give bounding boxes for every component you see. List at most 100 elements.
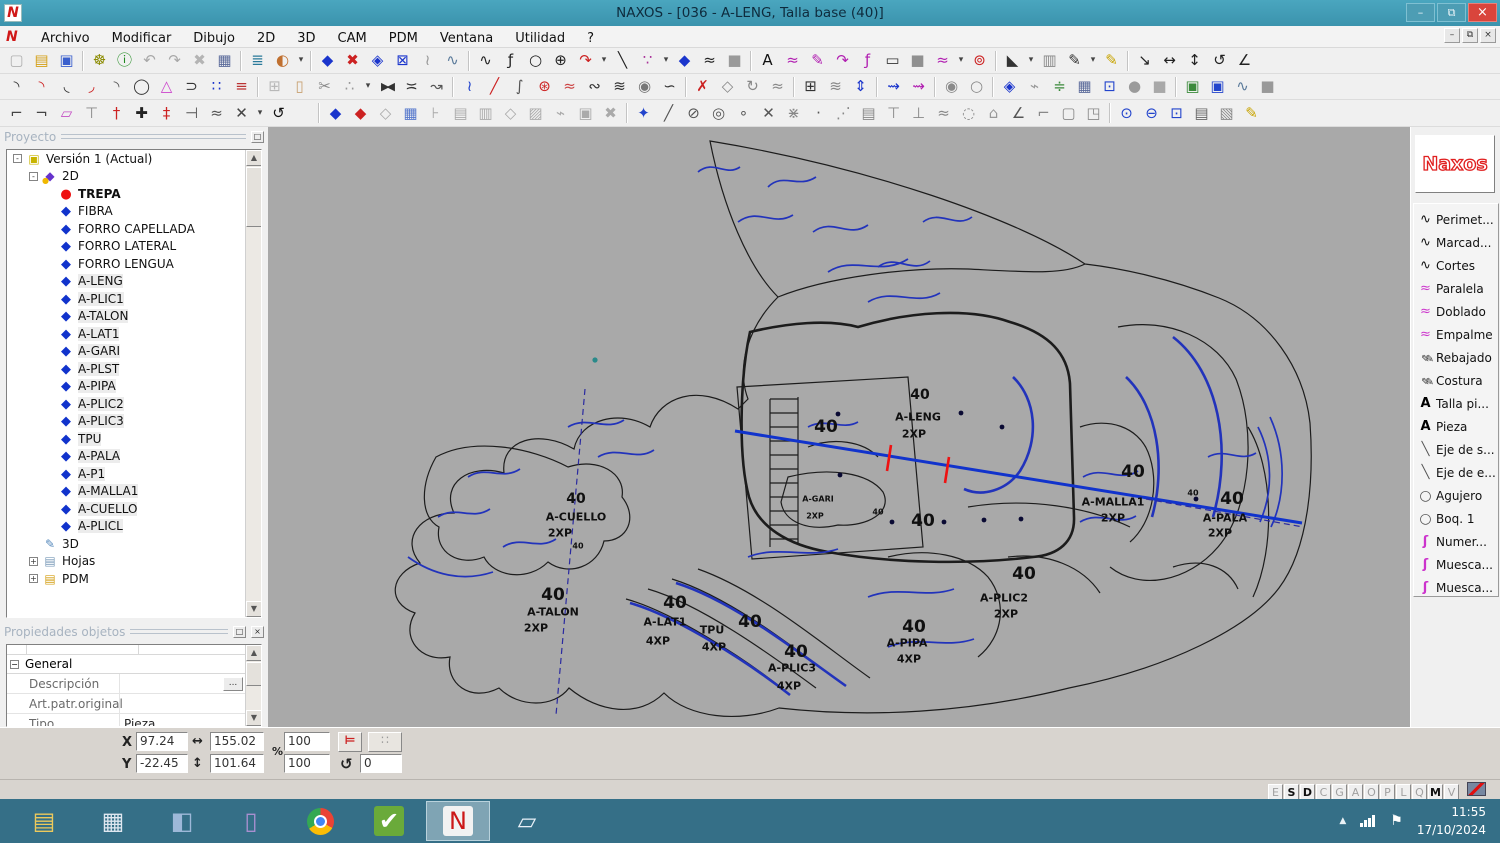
menu-item[interactable]: 3D <box>286 29 326 48</box>
toolbar-icon[interactable]: ⊡ <box>1164 102 1189 125</box>
toolbar-icon[interactable]: ▤ <box>448 102 473 125</box>
tree-item[interactable]: A-MALLA1 <box>7 483 261 501</box>
toolbar-icon[interactable]: ◇ <box>715 75 740 98</box>
layer-tool-item[interactable]: Doblado <box>1414 300 1498 323</box>
toolbar-icon[interactable]: ▣ <box>1205 75 1230 98</box>
tree-item[interactable]: TREPA <box>7 185 261 203</box>
toolbar-icon[interactable] <box>931 75 939 98</box>
x-coordinate-field[interactable]: 97.24 <box>136 732 188 751</box>
toolbar-icon[interactable]: ▭ <box>880 49 905 72</box>
toolbar-icon[interactable]: ↺ <box>266 102 291 125</box>
toolbar-icon[interactable]: ▢ <box>1056 102 1081 125</box>
taskbar-app[interactable]: ▤ <box>12 801 76 841</box>
toolbar-icon[interactable]: ▣ <box>54 49 79 72</box>
toolbar-icon[interactable]: ▢ <box>4 49 29 72</box>
toolbar-icon[interactable]: ▤ <box>29 49 54 72</box>
toolbar-icon[interactable] <box>307 49 315 72</box>
toolbar-icon[interactable]: ⌐ <box>1031 102 1056 125</box>
property-value[interactable]: Pieza <box>119 714 223 726</box>
tree-item[interactable]: FORRO LATERAL <box>7 238 261 256</box>
toolbar-icon[interactable] <box>989 75 997 98</box>
toolbar-icon[interactable]: ∘ <box>731 102 756 125</box>
toolbar-icon[interactable] <box>465 49 473 72</box>
toolbar-icon[interactable]: ⊡ <box>1097 75 1122 98</box>
toolbar-icon[interactable]: ∿ <box>1230 75 1255 98</box>
layer-tool-item[interactable]: Costura <box>1414 369 1498 392</box>
taskbar-app[interactable]: ▱ <box>495 801 559 841</box>
tray-expand-icon[interactable]: ▲ <box>1339 816 1346 826</box>
layer-tool-item[interactable]: Talla pi... <box>1414 392 1498 415</box>
toolbar-icon[interactable]: ∷ <box>204 75 229 98</box>
toolbar-icon[interactable]: ○ <box>523 49 548 72</box>
clock[interactable]: 11:55 17/10/2024 <box>1417 803 1486 839</box>
toolbar-icon[interactable]: ● <box>1122 75 1147 98</box>
toolbar-icon[interactable]: ⇝ <box>881 75 906 98</box>
toolbar-icon[interactable]: ◉ <box>632 75 657 98</box>
toolbar-icon[interactable]: ◈ <box>365 49 390 72</box>
toolbar-icon[interactable]: ⊤ <box>79 102 104 125</box>
layer-tool-item[interactable]: Muesca... <box>1414 553 1498 576</box>
toolbar-icon[interactable]: ▤ <box>856 102 881 125</box>
toolbar-icon[interactable]: ⊛ <box>532 75 557 98</box>
layer-tool-item[interactable]: Perimet... <box>1414 208 1498 231</box>
toolbar-icon[interactable]: ↕ <box>1182 49 1207 72</box>
toolbar-icon[interactable]: ▾ <box>660 49 672 72</box>
ellipsis-button[interactable]: ... <box>223 676 243 691</box>
toolbar-icon[interactable]: ╲ <box>610 49 635 72</box>
toolbar-icon[interactable]: ◣ <box>1000 49 1025 72</box>
mode-indicator[interactable]: V <box>1444 784 1459 800</box>
toolbar-icon[interactable]: ▥ <box>1037 49 1062 72</box>
toolbar-icon[interactable]: ✖ <box>598 102 623 125</box>
tree-item[interactable]: A-PLIC2 <box>7 395 261 413</box>
toolbar-icon[interactable]: ◳ <box>1081 102 1106 125</box>
mode-indicator[interactable]: A <box>1348 784 1363 800</box>
restore-button[interactable]: ⧉ <box>1437 3 1466 22</box>
height-field[interactable]: 101.64 <box>210 754 264 773</box>
toolbar-icon[interactable]: ▾ <box>955 49 967 72</box>
toolbar-icon[interactable] <box>790 75 798 98</box>
toolbar-icon[interactable]: ◌ <box>956 102 981 125</box>
tree-item[interactable]: A-PLIC1 <box>7 290 261 308</box>
layer-tool-item[interactable]: Eje de s... <box>1414 438 1498 461</box>
minimize-button[interactable]: – <box>1406 3 1435 22</box>
toolbar-icon[interactable]: ▾ <box>1087 49 1099 72</box>
toolbar-icon[interactable] <box>1172 75 1180 98</box>
tree-item[interactable]: A-LENG <box>7 273 261 291</box>
toolbar-icon[interactable]: ╱ <box>482 75 507 98</box>
toolbar-icon[interactable]: ■ <box>722 49 747 72</box>
toolbar-icon[interactable] <box>992 49 1000 72</box>
toolbar-icon[interactable]: ≈ <box>930 49 955 72</box>
taskbar-app[interactable]: N <box>426 801 490 841</box>
toolbar-icon[interactable]: ≡ <box>229 75 254 98</box>
tree-item[interactable]: A-PALA <box>7 448 261 466</box>
toolbar-icon[interactable] <box>315 102 323 125</box>
language-flag-icon[interactable]: ⚑ <box>1390 813 1403 829</box>
scroll-thumb[interactable] <box>246 167 261 227</box>
scroll-thumb[interactable] <box>246 662 261 686</box>
toolbar-icon[interactable]: ⊙ <box>1114 102 1139 125</box>
toolbar-icon[interactable] <box>291 102 315 125</box>
toolbar-icon[interactable]: ■ <box>1255 75 1280 98</box>
scroll-down-icon[interactable]: ▼ <box>246 710 261 726</box>
tree-expander-icon[interactable]: - <box>29 171 38 181</box>
toolbar-icon[interactable]: ↷ <box>573 49 598 72</box>
toolbar-icon[interactable] <box>1106 102 1114 125</box>
network-disabled-icon[interactable] <box>1467 782 1486 796</box>
toolbar-icon[interactable]: ↻ <box>740 75 765 98</box>
properties-section[interactable]: − General <box>7 655 261 674</box>
tree-item[interactable]: A-PIPA <box>7 378 261 396</box>
toolbar-icon[interactable]: ↺ <box>1207 49 1232 72</box>
toolbar-icon[interactable]: ≣ <box>245 49 270 72</box>
tree-item[interactable]: A-TALON <box>7 308 261 326</box>
toolbar-icon[interactable]: ⊤ <box>881 102 906 125</box>
tree-item[interactable]: FORRO LENGUA <box>7 255 261 273</box>
scroll-up-icon[interactable]: ▲ <box>246 645 261 661</box>
toolbar-icon[interactable]: ∫ <box>507 75 532 98</box>
toolbar-icon[interactable]: ▶◀ <box>374 75 399 98</box>
toolbar-icon[interactable]: ⓘ <box>112 49 137 72</box>
tree-item[interactable]: A-P1 <box>7 465 261 483</box>
toolbar-icon[interactable]: ✎ <box>1099 49 1124 72</box>
toolbar-icon[interactable]: ▦ <box>212 49 237 72</box>
toolbar-icon[interactable]: ■ <box>905 49 930 72</box>
mode-indicator[interactable]: O <box>1364 784 1379 800</box>
